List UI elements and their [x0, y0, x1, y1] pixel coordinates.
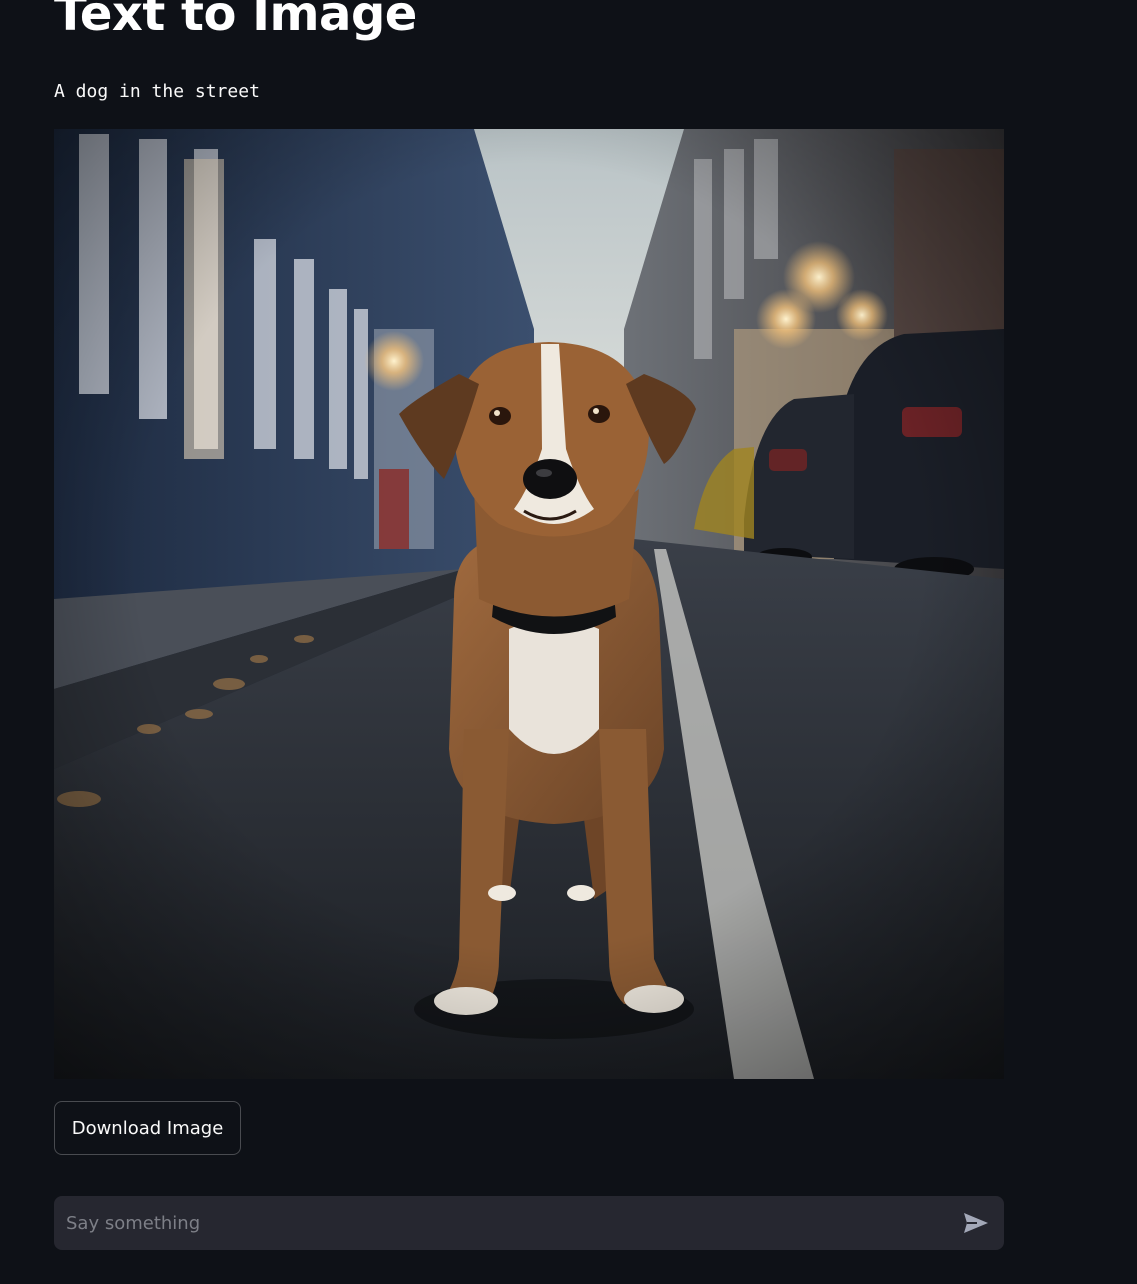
prompt-text: A dog in the street — [54, 81, 260, 102]
download-image-button[interactable]: Download Image — [54, 1101, 241, 1155]
generated-image — [54, 129, 1004, 1079]
page-title: Text to Image — [54, 0, 417, 42]
dog-street-illustration — [54, 129, 1004, 1079]
chat-input[interactable] — [54, 1196, 934, 1250]
send-button[interactable] — [960, 1208, 992, 1238]
chat-input-container — [54, 1196, 1004, 1250]
send-icon — [964, 1213, 988, 1233]
